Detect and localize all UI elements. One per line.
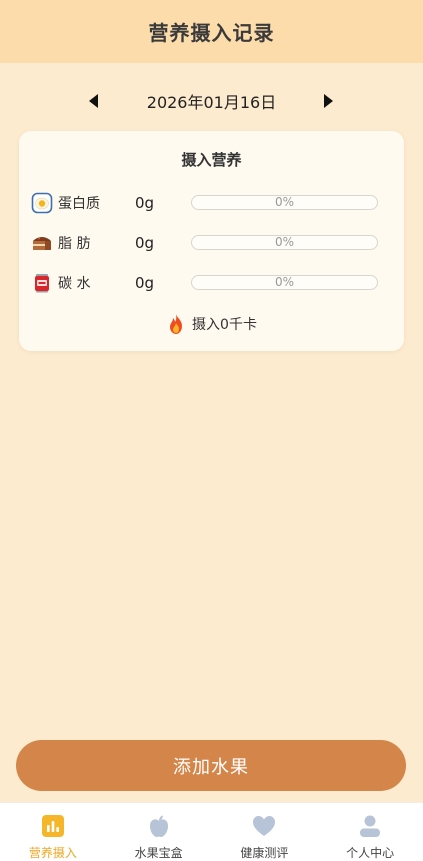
nutrient-value: 0g (135, 234, 155, 252)
nutrient-row-protein: 蛋白质 0g 0% (19, 190, 404, 216)
tab-fruit-box[interactable]: 水果宝盒 (106, 803, 212, 861)
next-day-button[interactable] (313, 86, 343, 116)
current-date: 2026年01月16日 (146, 93, 277, 112)
add-fruit-button[interactable]: 添加水果 (16, 740, 406, 791)
nutrient-percent: 0% (274, 195, 295, 209)
nutrient-label: 蛋白质 (58, 196, 100, 212)
app-header: 营养摄入记录 (0, 0, 423, 63)
page-title: 营养摄入记录 (148, 21, 275, 45)
can-icon (35, 274, 49, 293)
nutrient-label: 碳 水 (58, 276, 91, 292)
bottom-tab-bar: 营养摄入 水果宝盒 健康测评 个人中心 (0, 802, 423, 861)
tab-label: 水果宝盒 (134, 846, 183, 860)
triangle-right-icon (323, 94, 333, 108)
tab-health-assessment[interactable]: 健康测评 (212, 803, 318, 861)
date-navigator: 2026年01月16日 (0, 86, 423, 116)
nutrient-row-fat: 脂 肪 0g 0% (19, 230, 404, 256)
calorie-summary: 摄入0千卡 (19, 313, 404, 335)
bar-chart-icon (41, 815, 64, 837)
tab-label: 个人中心 (346, 846, 395, 860)
tab-label: 健康测评 (240, 846, 289, 860)
prev-day-button[interactable] (78, 86, 108, 116)
tab-label: 营养摄入 (28, 846, 77, 860)
user-icon (360, 815, 381, 837)
nutrient-progress-bar: 0% (191, 275, 378, 290)
fried-egg-icon (31, 192, 53, 214)
nutrition-card: 摄入营养 蛋白质 0g 0% 脂 肪 0g 0% 碳 水 0g 0% 摄入0千卡 (19, 131, 404, 351)
cake-icon (33, 237, 51, 250)
calorie-text: 摄入0千卡 (192, 317, 257, 333)
nutrient-row-carbs: 碳 水 0g 0% (19, 270, 404, 296)
nutrient-label: 脂 肪 (58, 236, 91, 252)
nutrient-value: 0g (135, 274, 155, 292)
nutrient-percent: 0% (274, 235, 295, 249)
tab-profile[interactable]: 个人中心 (317, 803, 423, 861)
nutrient-progress-bar: 0% (191, 195, 378, 210)
nutrient-percent: 0% (274, 275, 295, 289)
nutrient-value: 0g (135, 194, 155, 212)
triangle-left-icon (88, 94, 98, 108)
nutrient-progress-bar: 0% (191, 235, 378, 250)
heart-icon (253, 816, 276, 836)
apple-icon (149, 815, 168, 837)
tab-nutrition[interactable]: 营养摄入 (0, 803, 106, 861)
fire-icon (170, 314, 183, 334)
card-title: 摄入营养 (181, 151, 242, 169)
